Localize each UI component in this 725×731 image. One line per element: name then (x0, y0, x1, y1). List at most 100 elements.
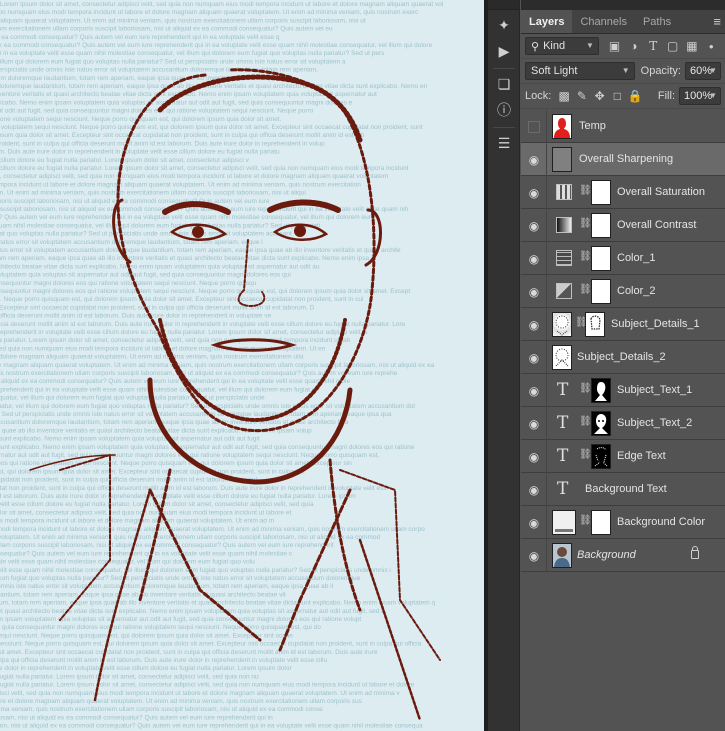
lock-transparent-icon[interactable]: ▩ (555, 87, 573, 105)
layer-mask-thumbnail[interactable] (591, 279, 611, 304)
lock-position-icon[interactable]: ✥ (591, 87, 609, 105)
layer-row[interactable]: ◉ T Background Text (521, 473, 725, 506)
background-text-line: eu fugiat nulla pariatur. Lorem ipsum do… (0, 682, 415, 689)
eye-icon[interactable]: ◉ (525, 407, 543, 440)
fill-input[interactable]: 100% ▼ (679, 87, 721, 105)
left-iris (192, 226, 204, 238)
eye-icon[interactable]: ◉ (525, 176, 543, 209)
solid-color-thumbnail (552, 510, 576, 535)
layer-name: Temp (579, 120, 606, 132)
layer-row[interactable]: Temp (521, 110, 725, 143)
right-iris (294, 225, 306, 237)
layer-row[interactable]: ◉ ⛓ Subject_Details_1 (521, 308, 725, 341)
layer-row[interactable]: ◉ ⛓ Overall Saturation (521, 176, 725, 209)
eye-icon[interactable]: ◉ (525, 506, 543, 539)
background-text-line: n numquam eius modi tempora incidunt ut … (0, 354, 304, 361)
eye-icon[interactable]: ◉ (525, 308, 543, 341)
eye-icon[interactable]: ◉ (525, 143, 543, 176)
play-action-icon[interactable]: ▶ (488, 40, 520, 62)
eye-icon[interactable]: ◉ (525, 275, 543, 308)
lock-all-icon[interactable]: 🔒 (626, 87, 644, 105)
chain-link-icon[interactable]: ⛓ (579, 185, 592, 196)
background-text-line: iae consequatur, vel illum qui dolorem e… (0, 231, 292, 238)
lock-artboard-icon[interactable]: □ (608, 87, 626, 105)
chevron-down-icon: ▼ (621, 66, 630, 75)
info-icon[interactable]: ⓘ (488, 99, 520, 121)
layer-row[interactable]: ◉ T ⛓ Subject_Text_1 (521, 374, 725, 407)
background-text-line: erit qui in ea voluptate velit esse quam… (0, 222, 320, 229)
filter-type-icon[interactable]: T (644, 37, 663, 55)
layer-mask-thumbnail[interactable] (591, 444, 611, 469)
filter-adjustment-icon[interactable]: ◑ (624, 37, 643, 55)
background-text-line: ex ea commodi consequatur? Quis autem ve… (0, 42, 433, 49)
layer-mask-thumbnail[interactable] (591, 180, 611, 205)
layer-row[interactable]: ◉ ⛓ Background Color (521, 506, 725, 539)
layer-mask-thumbnail[interactable] (591, 378, 611, 403)
history-brush-icon[interactable]: ✦ (488, 14, 520, 36)
properties-icon[interactable]: ☰ (488, 132, 520, 154)
eye-icon[interactable]: ◉ (525, 473, 543, 506)
lock-icon[interactable] (691, 546, 699, 559)
layer-name: Subject_Details_2 (577, 351, 666, 363)
eye-icon[interactable]: ◉ (525, 374, 543, 407)
layer-name: Overall Saturation (617, 186, 706, 198)
filter-toggle-icon[interactable]: ● (702, 37, 721, 55)
layer-mask-thumbnail[interactable] (591, 213, 611, 238)
filter-smart-object-icon[interactable]: ▦ (682, 37, 701, 55)
chain-link-icon[interactable]: ⛓ (579, 449, 592, 460)
opacity-input[interactable]: 60% ▼ (685, 62, 721, 80)
layer-row[interactable]: ◉ Background (521, 539, 725, 572)
lock-paint-icon[interactable]: ✎ (573, 87, 591, 105)
background-text-line: tem quia voluptas sit aspernatur aut odi… (0, 280, 257, 287)
document-canvas[interactable]: Lorem ipsum dolor sit amet, consectetur … (0, 0, 484, 731)
lock-label: Lock: (525, 90, 552, 102)
layer-row[interactable]: ◉ Subject_Details_2 (521, 341, 725, 374)
panel-tabs: Layers Channels Paths ≡ (521, 10, 725, 34)
background-text-line: s aute irure dolor in reprehenderit in v… (0, 157, 250, 164)
row-separator (546, 374, 547, 407)
layer-row[interactable]: ◉ T ⛓ Subject_Text_2 (521, 407, 725, 440)
row-separator (546, 176, 547, 209)
row-separator (546, 242, 547, 275)
background-text-line: is nostrum exercitationem ullam corporis… (0, 714, 273, 721)
tab-paths[interactable]: Paths (635, 10, 679, 33)
layer-mask-thumbnail[interactable] (585, 312, 605, 337)
filter-shape-icon[interactable]: ▢ (663, 37, 682, 55)
layer-row-selected[interactable]: ◉ Overall Sharpening (521, 143, 725, 176)
visibility-toggle-off[interactable] (525, 110, 543, 143)
eye-icon[interactable]: ◉ (525, 539, 543, 572)
tab-layers[interactable]: Layers (521, 10, 573, 33)
layer-row[interactable]: ◉ ⛓ Color_2 (521, 275, 725, 308)
background-text-line: ore veritatis et quasi architecto beatae… (0, 608, 385, 615)
eye-icon[interactable]: ◉ (525, 209, 543, 242)
blend-mode-select[interactable]: Soft Light ▼ (525, 62, 635, 80)
opacity-label: Opacity: (640, 65, 681, 77)
chain-link-icon[interactable]: ⛓ (579, 383, 592, 394)
filter-pixel-icon[interactable]: ▣ (605, 37, 624, 55)
layer-row[interactable]: ◉ ⛓ Overall Contrast (521, 209, 725, 242)
chain-link-icon[interactable]: ⛓ (579, 284, 592, 295)
chain-link-icon[interactable]: ⛓ (579, 218, 592, 229)
filter-kind-select[interactable]: ⚲ Kind ▼ (525, 37, 599, 55)
chain-link-icon[interactable]: ⛓ (579, 251, 592, 262)
layer-row[interactable]: ◉ ⛓ Color_1 (521, 242, 725, 275)
background-text-line: em sequi nesciunt. Neque porro quisquam … (0, 468, 305, 475)
layer-row[interactable]: ◉ T ⛓ Edge Text (521, 440, 725, 473)
dock-grip[interactable] (488, 0, 519, 10)
eye-icon[interactable]: ◉ (525, 242, 543, 275)
layer-mask-thumbnail[interactable] (591, 411, 611, 436)
canvas-artwork: Lorem ipsum dolor sit amet, consectetur … (0, 1, 444, 731)
panel-title-bar[interactable] (521, 0, 725, 10)
background-text-line: ima veniam, quis nostrum exercitationem … (0, 370, 398, 377)
eye-icon[interactable]: ◉ (525, 440, 543, 473)
layer-mask-thumbnail[interactable] (591, 510, 611, 535)
chain-link-icon[interactable]: ⛓ (579, 416, 592, 427)
layer-mask-thumbnail[interactable] (591, 246, 611, 271)
3d-cube-icon[interactable]: ❏ (488, 73, 520, 95)
layers-list: Temp ◉ Overall Sharpening ◉ ⛓ Overall Sa… (521, 110, 725, 572)
panel-menu-icon[interactable]: ≡ (713, 10, 721, 34)
chain-link-icon[interactable]: ⛓ (579, 515, 592, 526)
fill-value: 100% (684, 90, 713, 102)
eye-icon[interactable]: ◉ (525, 341, 543, 374)
tab-channels[interactable]: Channels (572, 10, 634, 33)
